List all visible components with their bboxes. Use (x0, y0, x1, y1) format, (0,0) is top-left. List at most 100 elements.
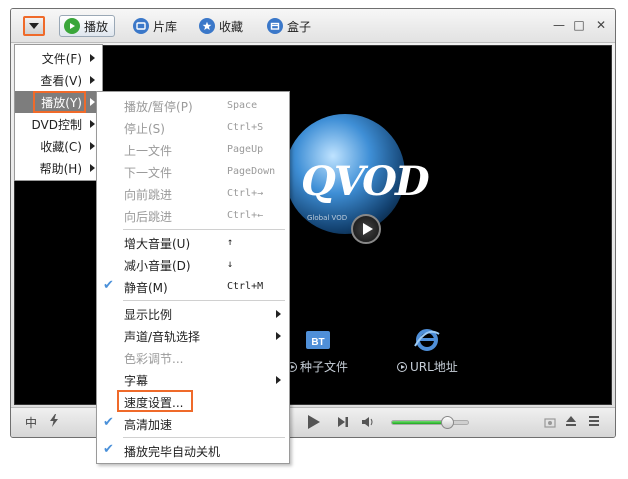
menu-item-prev-file[interactable]: 上一文件 PageUp (97, 139, 289, 161)
play-icon[interactable] (351, 214, 381, 244)
menu-item-label: 播放(Y) (41, 96, 82, 110)
menu-item-file[interactable]: 文件(F) (15, 47, 102, 69)
menu-item-label: DVD控制 (31, 118, 82, 132)
menu-item-label: 文件(F) (41, 52, 82, 66)
play-button[interactable] (307, 414, 321, 433)
box-icon (267, 18, 283, 34)
volume-fill (392, 421, 447, 424)
menu-item-label: 查看(V) (40, 74, 82, 88)
menu-item-seek-back[interactable]: 向后跳进 Ctrl+← (97, 205, 289, 227)
menu-item-next-file[interactable]: 下一文件 PageDown (97, 161, 289, 183)
menu-item-label: 帮助(H) (39, 162, 82, 176)
main-menu-button[interactable] (23, 16, 45, 36)
chevron-right-icon (90, 142, 95, 150)
arrow-circle-icon (397, 361, 407, 372)
logo-text: QVOD (301, 158, 430, 205)
volume-slider[interactable] (391, 416, 469, 429)
quick-link-url[interactable]: URL地址 (397, 328, 458, 375)
menu-item-label: 高清加速 (124, 418, 173, 432)
snapshot-icon[interactable] (544, 416, 556, 431)
logo-subtitle: Global VOD (307, 214, 348, 222)
menu-item-label: 向后跳进 (124, 210, 173, 224)
tab-play-label: 播放 (84, 19, 109, 34)
menu-item-favorites[interactable]: 收藏(C) (15, 135, 102, 157)
menu-item-label: 停止(S) (124, 122, 165, 136)
menu-item-label: 上一文件 (124, 144, 173, 158)
menu-item-play[interactable]: 播放(Y) (15, 91, 102, 113)
chevron-right-icon (90, 98, 95, 106)
menu-item-stop[interactable]: 停止(S) Ctrl+S (97, 117, 289, 139)
menu-item-color-adjust[interactable]: 色彩调节... (97, 347, 289, 369)
minimize-button[interactable]: — (551, 17, 567, 33)
language-toggle[interactable]: 中 (25, 414, 37, 431)
menu-item-seek-forward[interactable]: 向前跳进 Ctrl+→ (97, 183, 289, 205)
chevron-right-icon (276, 332, 281, 340)
menu-item-label: 色彩调节... (124, 352, 184, 366)
menu-item-hd-acceleration[interactable]: ✔ 高清加速 (97, 413, 289, 435)
main-menu: 文件(F) 查看(V) 播放(Y) DVD控制 收藏(C) 帮助(H) (14, 44, 103, 181)
menu-item-view[interactable]: 查看(V) (15, 69, 102, 91)
menu-item-label: 字幕 (124, 374, 149, 388)
shortcut-label: Ctrl+S (227, 122, 264, 133)
svg-text:BT: BT (311, 337, 324, 348)
chevron-right-icon (90, 76, 95, 84)
menu-item-help[interactable]: 帮助(H) (15, 157, 102, 179)
ie-icon (414, 329, 440, 351)
menu-item-volume-up[interactable]: 增大音量(U) ↑ (97, 232, 289, 254)
film-library-icon (133, 18, 149, 34)
maximize-button[interactable]: □ (571, 17, 587, 33)
menu-item-label: 显示比例 (124, 308, 173, 322)
menu-item-label: 播放/暂停(P) (124, 100, 193, 114)
next-button[interactable] (337, 416, 349, 431)
checkmark-icon: ✔ (103, 415, 114, 430)
quick-link-torrent-label: 种子文件 (300, 360, 349, 374)
chevron-right-icon (90, 164, 95, 172)
chevron-right-icon (90, 54, 95, 62)
shortcut-label: Ctrl+← (227, 210, 264, 221)
menu-item-dvd[interactable]: DVD控制 (15, 113, 102, 135)
menu-item-aspect-ratio[interactable]: 显示比例 (97, 303, 289, 325)
tab-favorites[interactable]: 收藏 (195, 15, 249, 37)
lightning-icon[interactable] (49, 414, 59, 430)
play-circle-icon (64, 18, 80, 34)
menu-item-play-pause[interactable]: 播放/暂停(P) Space (97, 95, 289, 117)
play-submenu: 播放/暂停(P) Space 停止(S) Ctrl+S 上一文件 PageUp … (96, 91, 290, 464)
shortcut-label: PageUp (227, 144, 264, 155)
volume-knob[interactable] (440, 416, 454, 429)
bt-icon: BT (305, 331, 330, 349)
star-icon (199, 18, 215, 34)
menu-item-label: 收藏(C) (40, 140, 82, 154)
tab-library[interactable]: 片库 (129, 15, 183, 37)
tab-box[interactable]: 盒子 (263, 15, 317, 37)
checkmark-icon: ✔ (103, 442, 114, 457)
menu-separator (123, 229, 285, 230)
close-button[interactable]: ✕ (593, 17, 609, 33)
shortcut-label: ↓ (227, 259, 234, 270)
tab-box-label: 盒子 (287, 19, 312, 34)
menu-item-label: 增大音量(U) (124, 237, 191, 251)
menu-item-label: 下一文件 (124, 166, 173, 180)
tab-play[interactable]: 播放 (59, 15, 116, 37)
menu-item-speed-settings[interactable]: 速度设置... (97, 391, 289, 413)
tab-library-label: 片库 (153, 19, 178, 34)
menu-item-label: 速度设置... (124, 396, 184, 410)
menu-item-mute[interactable]: ✔ 静音(M) Ctrl+M (97, 276, 289, 298)
toolbar: 播放 片库 收藏 盒子 — □ ✕ (11, 9, 615, 43)
playlist-icon[interactable] (588, 415, 600, 430)
menu-item-label: 减小音量(D) (124, 259, 191, 273)
quick-link-torrent[interactable]: BT 种子文件 (287, 328, 348, 375)
menu-item-volume-down[interactable]: 减小音量(D) ↓ (97, 254, 289, 276)
menu-item-audio-track[interactable]: 声道/音轨选择 (97, 325, 289, 347)
menu-item-label: 静音(M) (124, 281, 168, 295)
menu-item-subtitles[interactable]: 字幕 (97, 369, 289, 391)
menu-item-auto-shutdown[interactable]: ✔ 播放完毕自动关机 (97, 440, 289, 462)
eject-icon[interactable] (565, 415, 577, 430)
chevron-right-icon (276, 376, 281, 384)
menu-item-label: 向前跳进 (124, 188, 173, 202)
shortcut-label: PageDown (227, 166, 276, 177)
menu-item-label: 播放完毕自动关机 (124, 445, 221, 459)
shortcut-label: Ctrl+→ (227, 188, 264, 199)
speaker-icon[interactable] (361, 416, 375, 431)
menu-separator (123, 437, 285, 438)
checkmark-icon: ✔ (103, 278, 114, 293)
